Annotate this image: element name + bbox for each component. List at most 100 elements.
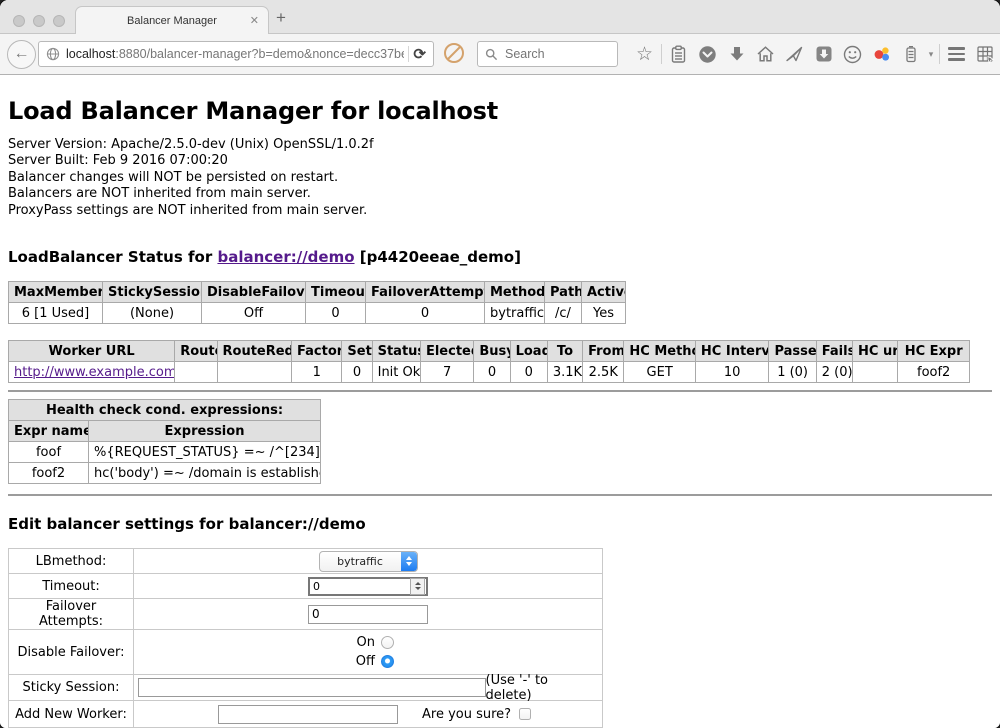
- radio-on-label: On: [357, 635, 375, 650]
- add-worker-input[interactable]: [218, 705, 398, 724]
- toolbar-divider: [939, 44, 940, 64]
- lbmethod-select[interactable]: bytraffic: [319, 551, 418, 572]
- lbmethod-selected-value: bytraffic: [320, 552, 401, 571]
- url-bar[interactable]: localhost:8880/balancer-manager?b=demo&n…: [38, 41, 434, 67]
- close-window-button[interactable]: [13, 15, 25, 27]
- cell-expression: hc('body') =~ /domain is established/: [89, 463, 321, 484]
- search-input[interactable]: [503, 46, 617, 62]
- lbmethod-label: LBmethod:: [9, 549, 134, 574]
- col-hc-uri: HC uri: [853, 341, 898, 362]
- sticky-session-label: Sticky Session:: [9, 675, 134, 701]
- cell-set: 0: [342, 362, 372, 383]
- col-status: Status: [372, 341, 420, 362]
- failover-off-radio[interactable]: [381, 655, 394, 668]
- clipboard-icon[interactable]: [664, 34, 693, 74]
- status-heading-prefix: LoadBalancer Status for: [8, 248, 217, 266]
- col-worker-url: Worker URL: [9, 341, 175, 362]
- timeout-row: Timeout:: [9, 574, 603, 599]
- are-you-sure-checkbox[interactable]: [519, 708, 531, 720]
- search-bar[interactable]: [477, 41, 618, 67]
- col-path: Path: [545, 282, 582, 303]
- worker-data-row: http://www.example.com/ 1 0 Init Ok 7 0 …: [9, 362, 970, 383]
- health-title-row: Health check cond. expressions:: [9, 400, 321, 421]
- home-icon[interactable]: [751, 34, 780, 74]
- failover-label: Failover Attempts:: [9, 599, 134, 630]
- col-hc-expr: HC Expr: [898, 341, 970, 362]
- col-busy: Busy: [474, 341, 510, 362]
- smiley-icon[interactable]: [838, 34, 867, 74]
- battery-icon[interactable]: [896, 34, 925, 74]
- cell-hc-expr: foof2: [898, 362, 970, 383]
- send-plane-icon[interactable]: [780, 34, 809, 74]
- col-elected: Elected: [420, 341, 473, 362]
- hamburger-menu-icon[interactable]: [942, 34, 971, 74]
- worker-url-link[interactable]: http://www.example.com/: [14, 365, 175, 380]
- window-controls[interactable]: [13, 15, 65, 27]
- search-icon: [485, 48, 498, 61]
- tab-title: Balancer Manager: [127, 15, 217, 27]
- disable-failover-label: Disable Failover:: [9, 630, 134, 675]
- failover-on-radio[interactable]: [381, 636, 394, 649]
- content-blocked-icon[interactable]: [444, 43, 464, 63]
- failover-attempts-input[interactable]: [308, 605, 428, 624]
- add-worker-label: Add New Worker:: [9, 701, 134, 728]
- col-hc-interval: HC Interval: [695, 341, 769, 362]
- globe-icon[interactable]: [46, 47, 60, 61]
- cell-method: bytraffic: [485, 303, 545, 324]
- col-routeredir: RouteRedir: [217, 341, 292, 362]
- bookmark-star-icon[interactable]: ☆: [630, 34, 659, 74]
- new-tab-button[interactable]: +: [276, 8, 286, 28]
- cell-expression: %{REQUEST_STATUS} =~ /^[234]/: [89, 442, 321, 463]
- tab-balancer-manager[interactable]: Balancer Manager ✕: [75, 6, 269, 35]
- cell-status: Init Ok: [372, 362, 420, 383]
- balancer-data-row: 6 [1 Used] (None) Off 0 0 bytraffic /c/ …: [9, 303, 626, 324]
- cell-hc-uri: [853, 362, 898, 383]
- worker-header-row: Worker URL Route RouteRedir Factor Set S…: [9, 341, 970, 362]
- timeout-value-field[interactable]: [310, 580, 410, 593]
- url-path: :8880/balancer-manager?b=demo&nonce=decc…: [115, 47, 404, 61]
- proxypass-note-line: ProxyPass settings are NOT inherited fro…: [8, 203, 992, 219]
- col-disablefailover: DisableFailover: [202, 282, 306, 303]
- urlbar-divider: [408, 46, 409, 62]
- cell-to: 3.1K: [547, 362, 582, 383]
- navigation-toolbar: ← localhost:8880/balancer-manager?b=demo…: [0, 34, 1000, 75]
- cell-from: 2.5K: [583, 362, 624, 383]
- are-you-sure-label: Are you sure?: [422, 707, 511, 722]
- cell-expr-name: foof: [9, 442, 89, 463]
- health-table-title: Health check cond. expressions:: [9, 400, 321, 421]
- zoom-window-button[interactable]: [53, 15, 65, 27]
- grid-page-icon[interactable]: [971, 34, 1000, 74]
- url-text[interactable]: localhost:8880/balancer-manager?b=demo&n…: [66, 47, 404, 61]
- cell-busy: 0: [474, 362, 510, 383]
- box-download-icon[interactable]: [809, 34, 838, 74]
- color-dots-icon[interactable]: [867, 34, 896, 74]
- back-button[interactable]: ←: [7, 40, 36, 69]
- col-active: Active: [582, 282, 626, 303]
- close-tab-icon[interactable]: ✕: [250, 14, 259, 27]
- download-arrow-icon[interactable]: [722, 34, 751, 74]
- col-timeout: Timeout: [306, 282, 366, 303]
- pocket-icon[interactable]: [693, 34, 722, 74]
- health-header-row: Expr name Expression: [9, 421, 321, 442]
- number-spinner-icon[interactable]: [410, 578, 425, 595]
- col-maxmembers: MaxMembers: [9, 282, 103, 303]
- timeout-input[interactable]: [308, 577, 428, 596]
- col-load: Load: [510, 341, 547, 362]
- toolbar-buttons: ☆: [630, 34, 1000, 74]
- edit-settings-heading: Edit balancer settings for balancer://de…: [8, 515, 992, 533]
- col-fails: Fails: [816, 341, 852, 362]
- server-info: Server Version: Apache/2.5.0-dev (Unix) …: [8, 137, 992, 219]
- reload-icon[interactable]: ⟳: [413, 45, 426, 63]
- cell-fails: 2 (0): [816, 362, 852, 383]
- cell-hc-interval: 10: [695, 362, 769, 383]
- status-heading-suffix: [p4420eeae_demo]: [355, 248, 521, 266]
- minimize-window-button[interactable]: [33, 15, 45, 27]
- worker-status-table: Worker URL Route RouteRedir Factor Set S…: [8, 340, 970, 383]
- sticky-session-input[interactable]: [138, 678, 486, 697]
- dropdown-caret-icon[interactable]: ▾: [925, 34, 937, 74]
- cell-stickysession: (None): [103, 303, 202, 324]
- balancer-demo-link[interactable]: balancer://demo: [217, 248, 354, 266]
- cell-hc-method: GET: [624, 362, 696, 383]
- health-data-row: foof2 hc('body') =~ /domain is establish…: [9, 463, 321, 484]
- sticky-session-row: Sticky Session: (Use '-' to delete): [9, 675, 603, 701]
